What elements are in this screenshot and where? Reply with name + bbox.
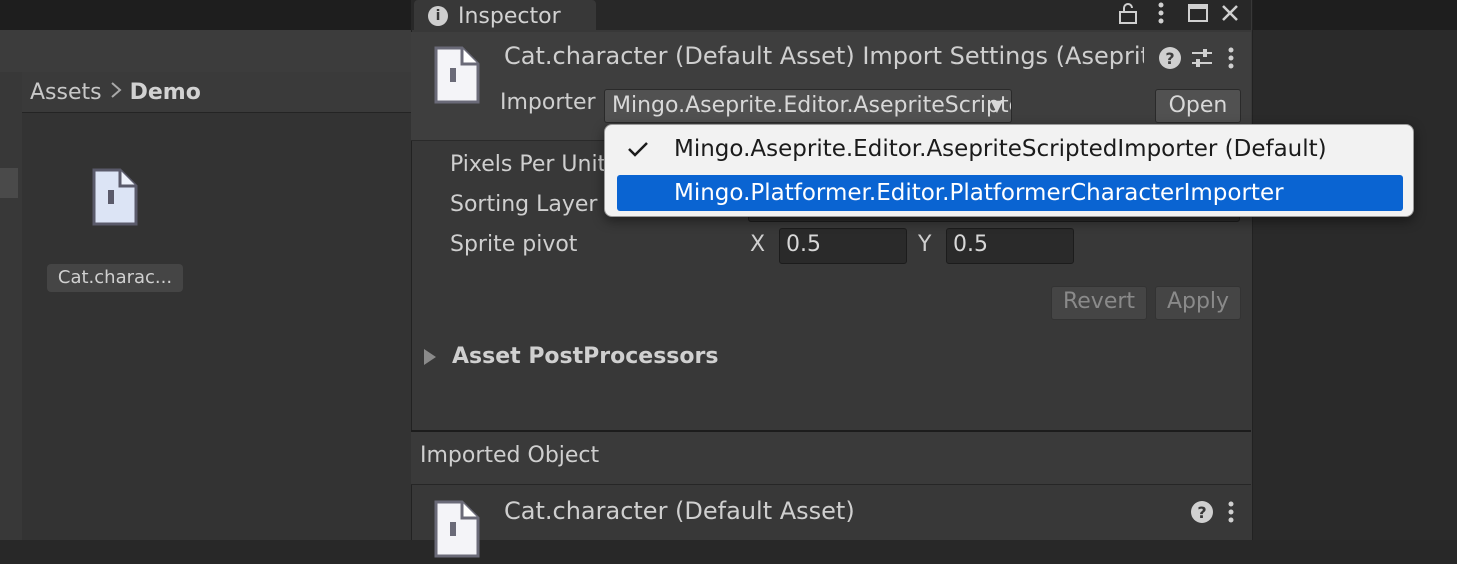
maximize-icon[interactable] bbox=[1185, 0, 1211, 26]
chevron-right-icon bbox=[110, 80, 122, 105]
importer-value: Mingo.Aseprite.Editor.AsepriteScriptedIm… bbox=[612, 93, 1011, 118]
foldout-arrow-icon bbox=[424, 348, 436, 365]
pivot-y-field[interactable]: 0.5 bbox=[946, 228, 1074, 264]
imported-object-name: Cat.character (Default Asset) bbox=[504, 497, 855, 525]
asset-label[interactable]: Cat.charac... bbox=[47, 264, 183, 292]
sprite-pivot-label: Sprite pivot bbox=[450, 232, 578, 257]
header-title: Cat.character (Default Asset) Import Set… bbox=[504, 42, 1144, 70]
help-icon[interactable]: ? bbox=[1190, 500, 1214, 530]
pixels-per-unit-label: Pixels Per Unit bbox=[450, 152, 607, 177]
importer-label: Importer bbox=[500, 90, 596, 115]
breadcrumb-assets[interactable]: Assets bbox=[30, 80, 102, 105]
close-icon[interactable] bbox=[1218, 0, 1242, 26]
svg-text:?: ? bbox=[1165, 49, 1174, 68]
file-icon bbox=[432, 44, 482, 106]
importer-select[interactable]: Mingo.Aseprite.Editor.AsepriteScriptedIm… bbox=[604, 89, 1012, 123]
help-icon[interactable]: ? bbox=[1158, 46, 1182, 76]
kebab-menu-icon[interactable] bbox=[1152, 0, 1170, 26]
dropdown-arrow-icon: ▼ bbox=[990, 96, 1003, 115]
apply-button[interactable]: Apply bbox=[1155, 286, 1241, 320]
imported-object-title: Imported Object bbox=[420, 443, 600, 468]
breadcrumb: Assets Demo bbox=[22, 72, 412, 113]
project-folder-tree[interactable] bbox=[0, 72, 23, 540]
lock-icon[interactable] bbox=[1116, 0, 1140, 26]
scene-area bbox=[1251, 30, 1457, 540]
pivot-x-field[interactable]: 0.5 bbox=[779, 228, 907, 264]
importer-dropdown-menu: Mingo.Aseprite.Editor.AsepriteScriptedIm… bbox=[604, 124, 1414, 217]
open-button[interactable]: Open bbox=[1155, 89, 1241, 123]
pivot-y-label: Y bbox=[918, 232, 932, 257]
revert-button[interactable]: Revert bbox=[1051, 286, 1147, 320]
dropdown-item-aseprite-importer[interactable]: Mingo.Aseprite.Editor.AsepriteScriptedIm… bbox=[617, 131, 1403, 167]
tab-label: Inspector bbox=[458, 3, 561, 29]
dropdown-item-platformer-importer[interactable]: Mingo.Platformer.Editor.PlatformerCharac… bbox=[617, 175, 1403, 211]
info-icon: i bbox=[428, 6, 448, 26]
file-icon bbox=[432, 498, 482, 560]
tab-inspector[interactable]: i Inspector bbox=[414, 0, 596, 32]
sorting-layer-label: Sorting Layer bbox=[450, 192, 598, 217]
kebab-menu-icon[interactable] bbox=[1228, 500, 1234, 530]
asset-postprocessors-foldout[interactable]: Asset PostProcessors bbox=[424, 344, 718, 369]
kebab-menu-icon[interactable] bbox=[1228, 46, 1234, 76]
check-icon bbox=[627, 131, 649, 179]
folder-tree-selection[interactable] bbox=[0, 168, 18, 198]
foldout-label: Asset PostProcessors bbox=[452, 344, 719, 369]
presets-icon[interactable] bbox=[1190, 46, 1214, 76]
file-icon[interactable] bbox=[90, 166, 140, 228]
project-pane bbox=[22, 72, 412, 540]
breadcrumb-demo[interactable]: Demo bbox=[130, 80, 201, 105]
svg-text:?: ? bbox=[1197, 503, 1206, 522]
dropdown-item-label: Mingo.Aseprite.Editor.AsepriteScriptedIm… bbox=[674, 136, 1327, 162]
dropdown-item-label: Mingo.Platformer.Editor.PlatformerCharac… bbox=[674, 180, 1284, 206]
pivot-x-label: X bbox=[750, 232, 766, 257]
